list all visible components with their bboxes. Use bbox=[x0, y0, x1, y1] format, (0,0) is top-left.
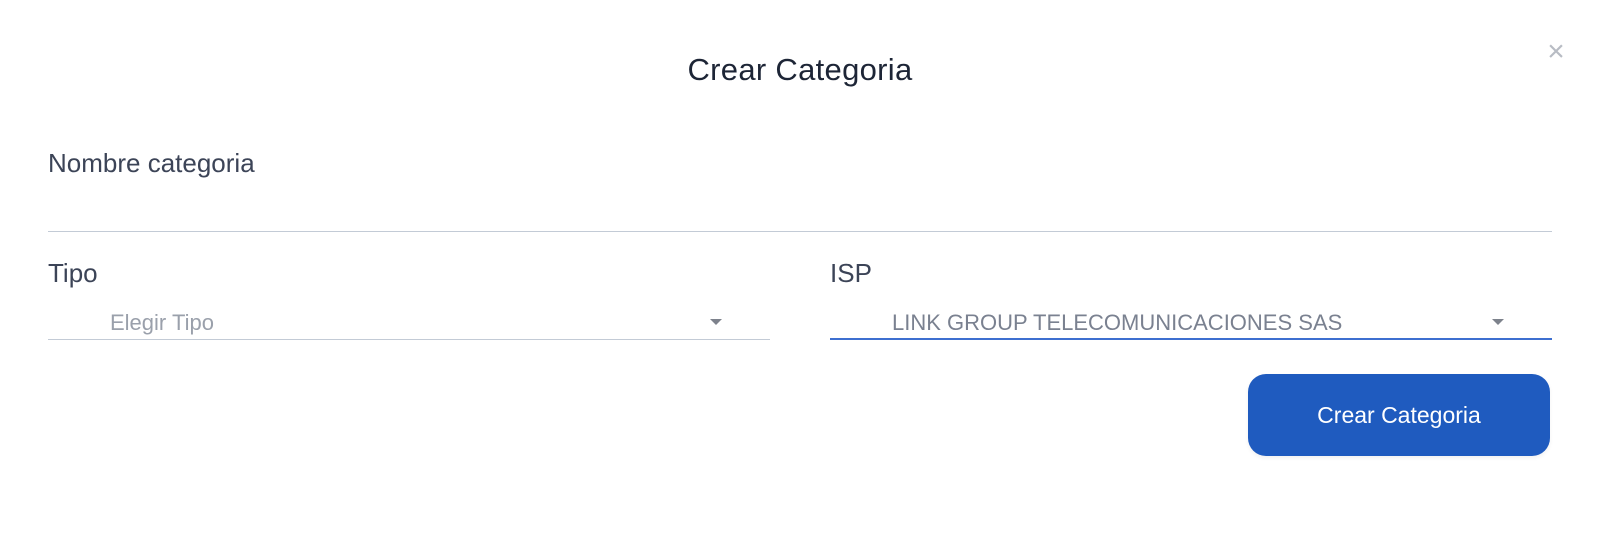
tipo-label: Tipo bbox=[48, 258, 98, 288]
isp-label: ISP bbox=[830, 258, 872, 288]
modal-title: Crear Categoria bbox=[687, 52, 913, 87]
isp-select[interactable]: LINK GROUP TELECOMUNICACIONES SAS bbox=[830, 302, 1552, 340]
create-category-button[interactable]: Crear Categoria bbox=[1248, 374, 1550, 456]
chevron-down-icon bbox=[710, 319, 722, 325]
tipo-select[interactable]: Elegir Tipo bbox=[48, 302, 770, 340]
nombre-input[interactable] bbox=[48, 190, 1552, 232]
isp-selected-value: LINK GROUP TELECOMUNICACIONES SAS bbox=[892, 310, 1343, 335]
nombre-label: Nombre categoria bbox=[48, 148, 255, 178]
tipo-selected-value: Elegir Tipo bbox=[110, 310, 214, 335]
chevron-down-icon bbox=[1492, 319, 1504, 325]
create-category-modal: × Crear Categoria Nombre categoria Tipo … bbox=[0, 0, 1600, 534]
